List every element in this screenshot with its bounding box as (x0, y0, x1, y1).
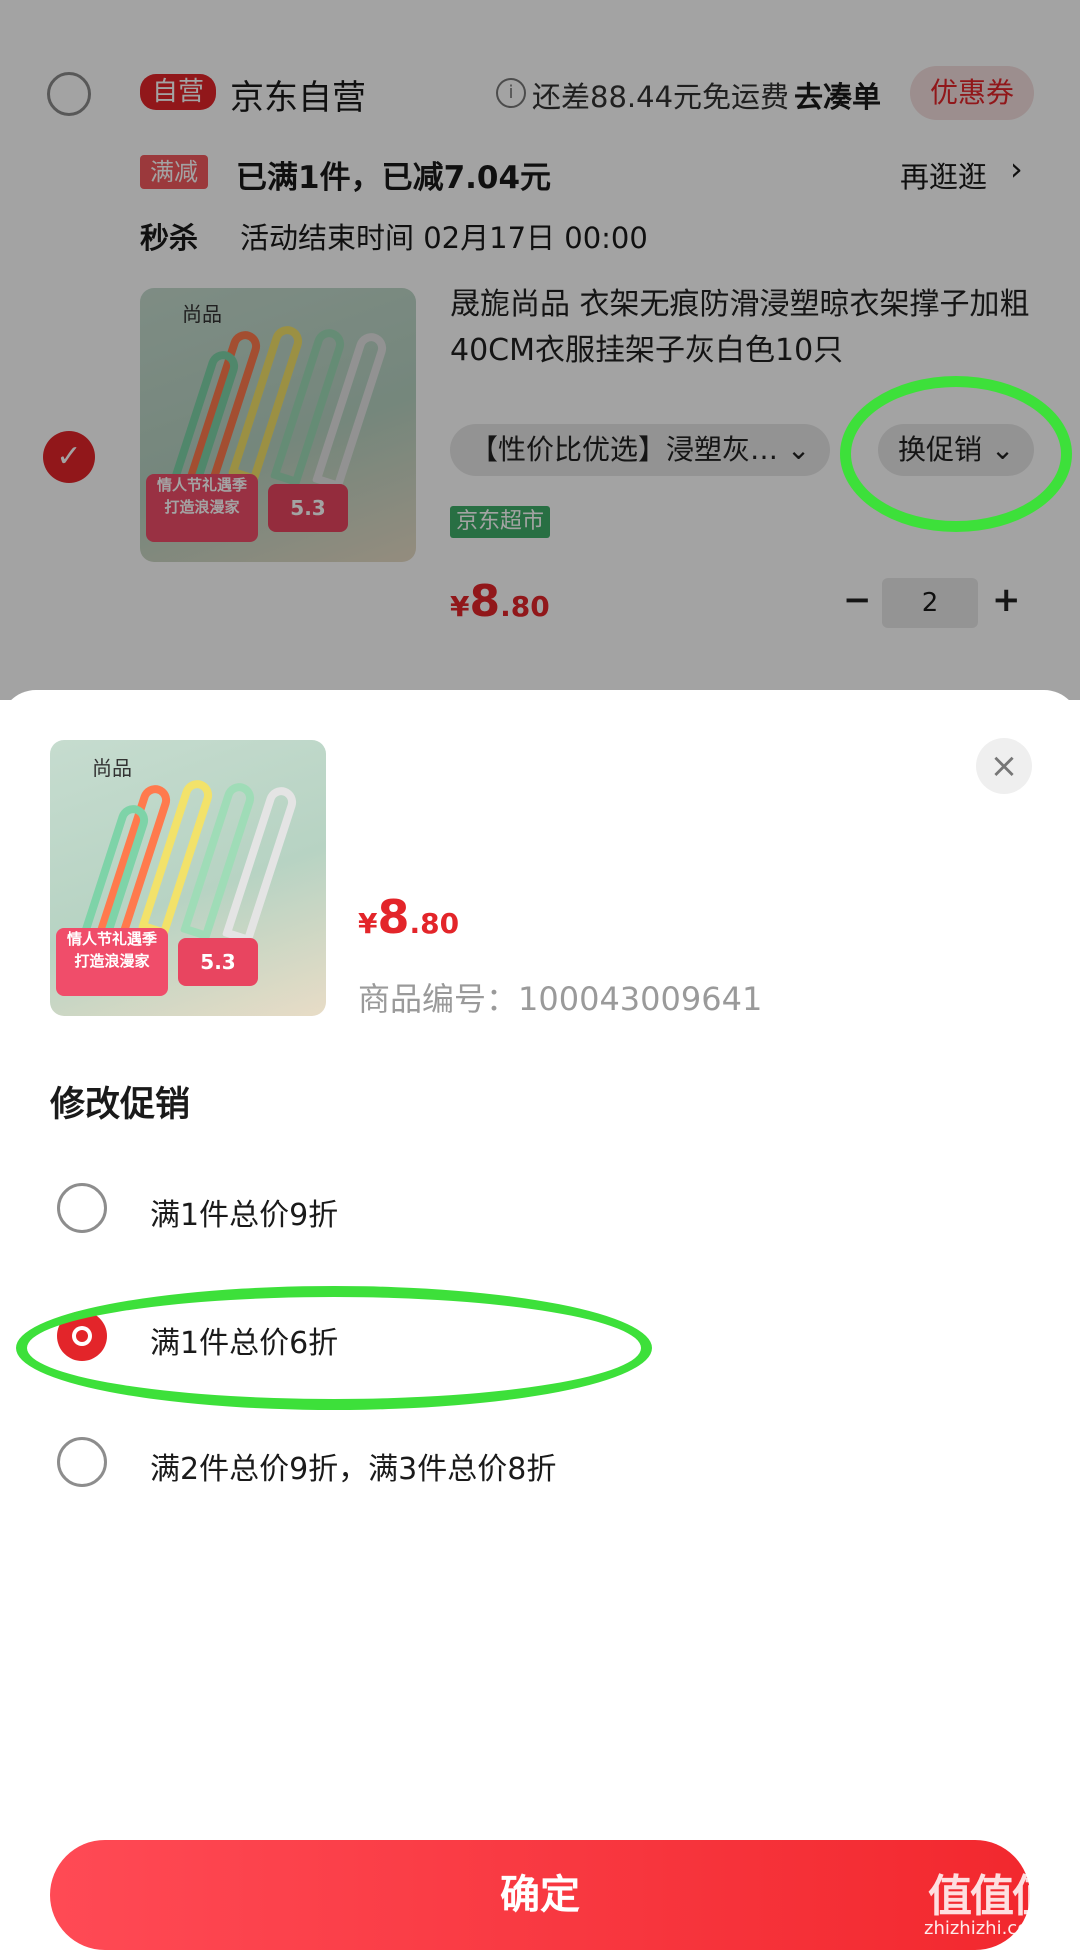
watermark-site: zhizhizhi.com (924, 1918, 1046, 1939)
section-title: 修改促销 (50, 1085, 191, 1125)
thumbnail-promo-banner: 情人节礼遇季 打造浪漫家 (56, 928, 168, 996)
sheet-product-thumbnail: 尚品 情人节礼遇季 打造浪漫家 5.3 (50, 740, 326, 1016)
promo-option-radio[interactable] (57, 1183, 107, 1233)
dim-overlay[interactable] (0, 0, 1080, 700)
watermark-logo: 值值值 (928, 1871, 1056, 1922)
thumbnail-date-badge: 5.3 (178, 938, 258, 986)
close-icon[interactable]: × (976, 738, 1032, 794)
product-code: 商品编号：100043009641 (358, 980, 763, 1018)
confirm-button[interactable]: 确定 (50, 1840, 1030, 1950)
promo-option-radio[interactable] (57, 1437, 107, 1487)
sheet-price: ¥8.80 (358, 890, 460, 944)
annotation-circle-selected-option (16, 1286, 652, 1410)
annotation-circle-change-promo (840, 376, 1072, 532)
promo-option-label[interactable]: 满2件总价9折，满3件总价8折 (150, 1444, 556, 1488)
promo-option-label[interactable]: 满1件总价9折 (150, 1190, 338, 1234)
thumbnail-brand-text: 尚品 (92, 756, 132, 780)
